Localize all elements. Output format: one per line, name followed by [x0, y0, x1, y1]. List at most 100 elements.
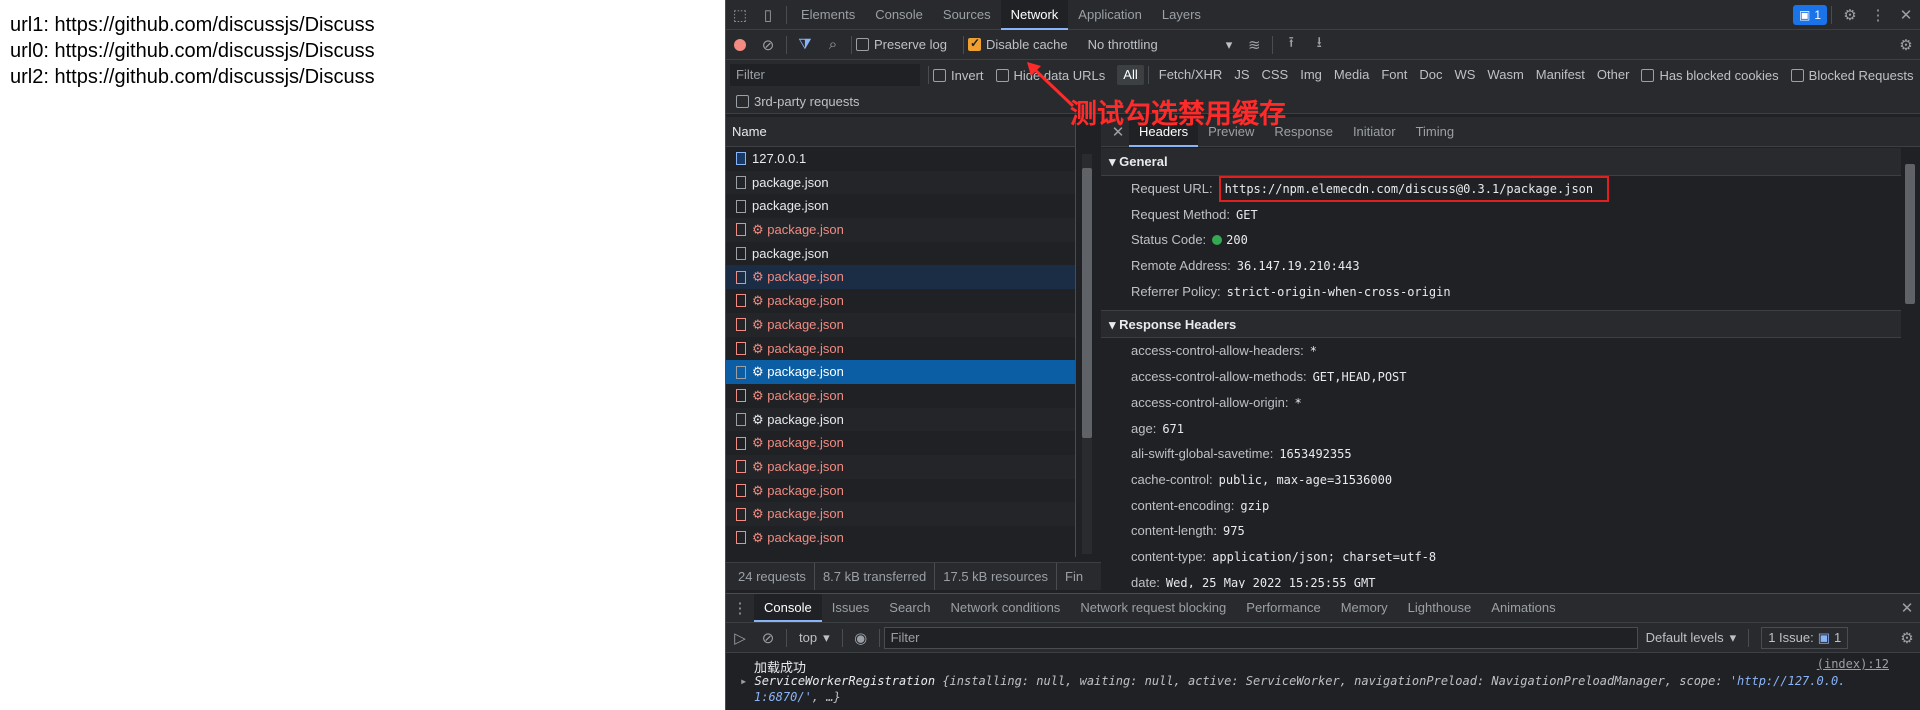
- type-filter-js[interactable]: JS: [1228, 65, 1255, 85]
- drawer-tab-animations[interactable]: Animations: [1481, 594, 1565, 622]
- clear-console-icon[interactable]: ⊘: [754, 624, 782, 652]
- request-row[interactable]: ⚙ package.json: [726, 360, 1075, 384]
- checkbox-box[interactable]: [995, 68, 1009, 82]
- checkbox-box-checked[interactable]: [967, 36, 981, 51]
- tab-timing[interactable]: Timing: [1406, 117, 1465, 147]
- request-row[interactable]: ⚙ package.json: [726, 502, 1075, 526]
- checkbox-box[interactable]: [736, 95, 749, 108]
- third-party-checkbox[interactable]: 3rd-party requests: [736, 94, 860, 109]
- object-scope-value: 'http://127.0.0.: [1729, 674, 1846, 688]
- drawer-tab-memory[interactable]: Memory: [1331, 594, 1398, 622]
- checkbox-box[interactable]: [933, 68, 946, 82]
- name-column-header[interactable]: Name: [726, 117, 1076, 147]
- request-row[interactable]: package.json: [726, 194, 1075, 218]
- request-list-scrollbar[interactable]: [1079, 154, 1093, 554]
- settings-gear-icon[interactable]: ⚙: [1836, 1, 1864, 29]
- drawer-tab-network-request-blocking[interactable]: Network request blocking: [1070, 594, 1236, 622]
- filter-input[interactable]: Filter: [730, 64, 920, 86]
- invert-checkbox[interactable]: Invert: [933, 68, 984, 83]
- checkbox-box[interactable]: [856, 38, 869, 51]
- close-devtools-icon[interactable]: ✕: [1892, 1, 1920, 29]
- inspect-element-icon[interactable]: ⬚: [726, 1, 754, 29]
- type-filter-ws[interactable]: WS: [1448, 65, 1481, 85]
- request-row[interactable]: package.json: [726, 170, 1075, 195]
- drawer-tab-performance[interactable]: Performance: [1236, 594, 1330, 622]
- type-filter-manifest[interactable]: Manifest: [1530, 65, 1591, 85]
- type-filter-all[interactable]: All: [1117, 65, 1144, 85]
- drawer-tab-lighthouse[interactable]: Lighthouse: [1398, 594, 1482, 622]
- tab-initiator[interactable]: Initiator: [1343, 117, 1406, 147]
- tab-console[interactable]: Console: [865, 0, 933, 30]
- tab-application[interactable]: Application: [1068, 0, 1152, 30]
- type-filter-doc[interactable]: Doc: [1413, 65, 1448, 85]
- request-row[interactable]: ⚙ package.json: [726, 407, 1075, 432]
- search-icon[interactable]: ⌕: [819, 31, 847, 59]
- tab-layers[interactable]: Layers: [1152, 0, 1211, 30]
- file-icon: [736, 294, 746, 308]
- drawer-tab-issues[interactable]: Issues: [822, 594, 880, 622]
- more-options-icon[interactable]: ⋮: [1864, 1, 1892, 29]
- request-row[interactable]: ⚙ package.json: [726, 289, 1075, 313]
- console-filter-input[interactable]: Filter: [883, 626, 1638, 649]
- response-header-row: content-length: 975: [1101, 518, 1901, 544]
- context-select[interactable]: top ▾: [791, 630, 838, 646]
- disable-cache-checkbox[interactable]: Disable cache: [967, 36, 1068, 52]
- throttling-select[interactable]: No throttling ▾: [1080, 37, 1241, 53]
- request-row[interactable]: 127.0.0.1: [726, 147, 1075, 171]
- device-toolbar-icon[interactable]: ▯: [754, 1, 782, 29]
- console-settings-gear-icon[interactable]: ⚙: [1893, 624, 1920, 652]
- drawer-tab-network-conditions[interactable]: Network conditions: [940, 594, 1070, 622]
- type-filter-other[interactable]: Other: [1591, 65, 1636, 85]
- type-filter-img[interactable]: Img: [1294, 65, 1328, 85]
- console-object-line[interactable]: ▸ ServiceWorkerRegistration {installing:…: [740, 674, 1845, 688]
- blocked-requests-checkbox[interactable]: Blocked Requests: [1790, 68, 1913, 83]
- clear-icon[interactable]: ⊘: [754, 31, 782, 59]
- network-conditions-icon[interactable]: ≋: [1240, 31, 1268, 59]
- tab-network[interactable]: Network: [1000, 0, 1069, 30]
- messages-badge[interactable]: ▣ 1: [1792, 4, 1827, 25]
- issues-button[interactable]: 1 Issue: ▣ 1: [1761, 626, 1849, 649]
- console-log-source-link[interactable]: (index):12: [1817, 657, 1889, 671]
- preserve-log-checkbox[interactable]: Preserve log: [856, 37, 947, 52]
- checkbox-box[interactable]: [1641, 68, 1655, 82]
- type-filter-font[interactable]: Font: [1375, 65, 1413, 85]
- blocked-cookies-checkbox[interactable]: Has blocked cookies: [1641, 67, 1779, 83]
- general-section-header[interactable]: ▾ General: [1101, 148, 1901, 176]
- import-har-icon[interactable]: ⭱: [1277, 31, 1305, 59]
- request-row[interactable]: ⚙ package.json: [726, 312, 1075, 337]
- detail-scrollbar[interactable]: [1901, 148, 1919, 588]
- filter-icon[interactable]: ⧩: [791, 31, 819, 59]
- request-row[interactable]: ⚙ package.json: [726, 218, 1075, 242]
- request-row[interactable]: ⚙ package.json: [726, 337, 1075, 361]
- scrollbar-thumb[interactable]: [1905, 164, 1915, 304]
- request-row[interactable]: ⚙ package.json: [726, 526, 1075, 550]
- request-row[interactable]: ⚙ package.json: [726, 454, 1075, 479]
- console-sidebar-icon[interactable]: ▷: [726, 624, 754, 652]
- response-headers-list: access-control-allow-headers: * access-con…: [1101, 338, 1901, 588]
- request-row[interactable]: ⚙ package.json: [726, 479, 1075, 503]
- response-headers-section-header[interactable]: ▾ Response Headers: [1101, 310, 1901, 339]
- network-settings-gear-icon[interactable]: ⚙: [1892, 31, 1920, 59]
- drawer-tab-console[interactable]: Console: [754, 594, 822, 622]
- scrollbar-thumb[interactable]: [1082, 168, 1092, 438]
- tab-sources[interactable]: Sources: [933, 0, 1001, 30]
- type-filter-wasm[interactable]: Wasm: [1481, 65, 1529, 85]
- drawer-menu-icon[interactable]: ⋮: [726, 594, 754, 622]
- drawer-tab-search[interactable]: Search: [879, 594, 940, 622]
- checkbox-box[interactable]: [1790, 68, 1804, 82]
- tab-elements[interactable]: Elements: [791, 0, 865, 30]
- log-levels-select[interactable]: Default levels ▾: [1638, 630, 1745, 646]
- type-filter-css[interactable]: CSS: [1256, 65, 1295, 85]
- request-row[interactable]: package.json: [726, 242, 1075, 266]
- blocked-cookies-label: Has blocked cookies: [1659, 67, 1779, 83]
- type-filter-fetch-xhr[interactable]: Fetch/XHR: [1153, 65, 1229, 85]
- close-drawer-icon[interactable]: ✕: [1893, 594, 1920, 622]
- request-row[interactable]: ⚙ package.json: [726, 384, 1075, 408]
- request-row[interactable]: ⚙ package.json: [726, 431, 1075, 455]
- expand-triangle-icon[interactable]: ▸: [740, 674, 747, 688]
- record-icon[interactable]: [726, 31, 754, 59]
- type-filter-media[interactable]: Media: [1328, 65, 1375, 85]
- export-har-icon[interactable]: ⭳: [1305, 31, 1333, 59]
- request-row[interactable]: ⚙ package.json: [726, 265, 1075, 290]
- live-expression-eye-icon[interactable]: ◉: [847, 624, 875, 652]
